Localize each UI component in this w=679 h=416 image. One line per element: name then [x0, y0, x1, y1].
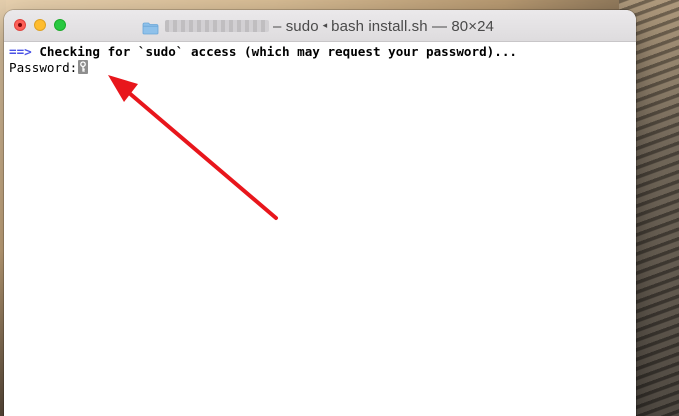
folder-icon: [142, 20, 159, 34]
zoom-button[interactable]: [54, 19, 66, 31]
redacted-username: [165, 20, 269, 32]
terminal-scrollbar[interactable]: [628, 42, 636, 416]
terminal-output[interactable]: ==> Checking for `sudo` access (which ma…: [4, 42, 636, 416]
window-title-suffix: – sudo: [273, 17, 319, 35]
window-title: – sudo ◂ bash install.sh — 80×24: [142, 16, 494, 36]
minimize-button[interactable]: [34, 19, 46, 31]
terminal-window: – sudo ◂ bash install.sh — 80×24 ==> Che…: [4, 10, 636, 416]
prompt-arrow: ==>: [9, 44, 32, 59]
close-button[interactable]: [14, 19, 26, 31]
key-cursor-icon[interactable]: [78, 60, 89, 74]
window-title-process: bash install.sh — 80×24: [331, 17, 494, 35]
terminal-line-password[interactable]: Password:: [9, 60, 636, 76]
terminal-line-checking: ==> Checking for `sudo` access (which ma…: [9, 44, 636, 60]
password-prompt: Password:: [9, 60, 78, 75]
title-caret-icon: ◂: [322, 21, 328, 31]
title-bar[interactable]: – sudo ◂ bash install.sh — 80×24: [4, 10, 636, 42]
checking-sudo-text: Checking for `sudo` access (which may re…: [31, 44, 518, 59]
